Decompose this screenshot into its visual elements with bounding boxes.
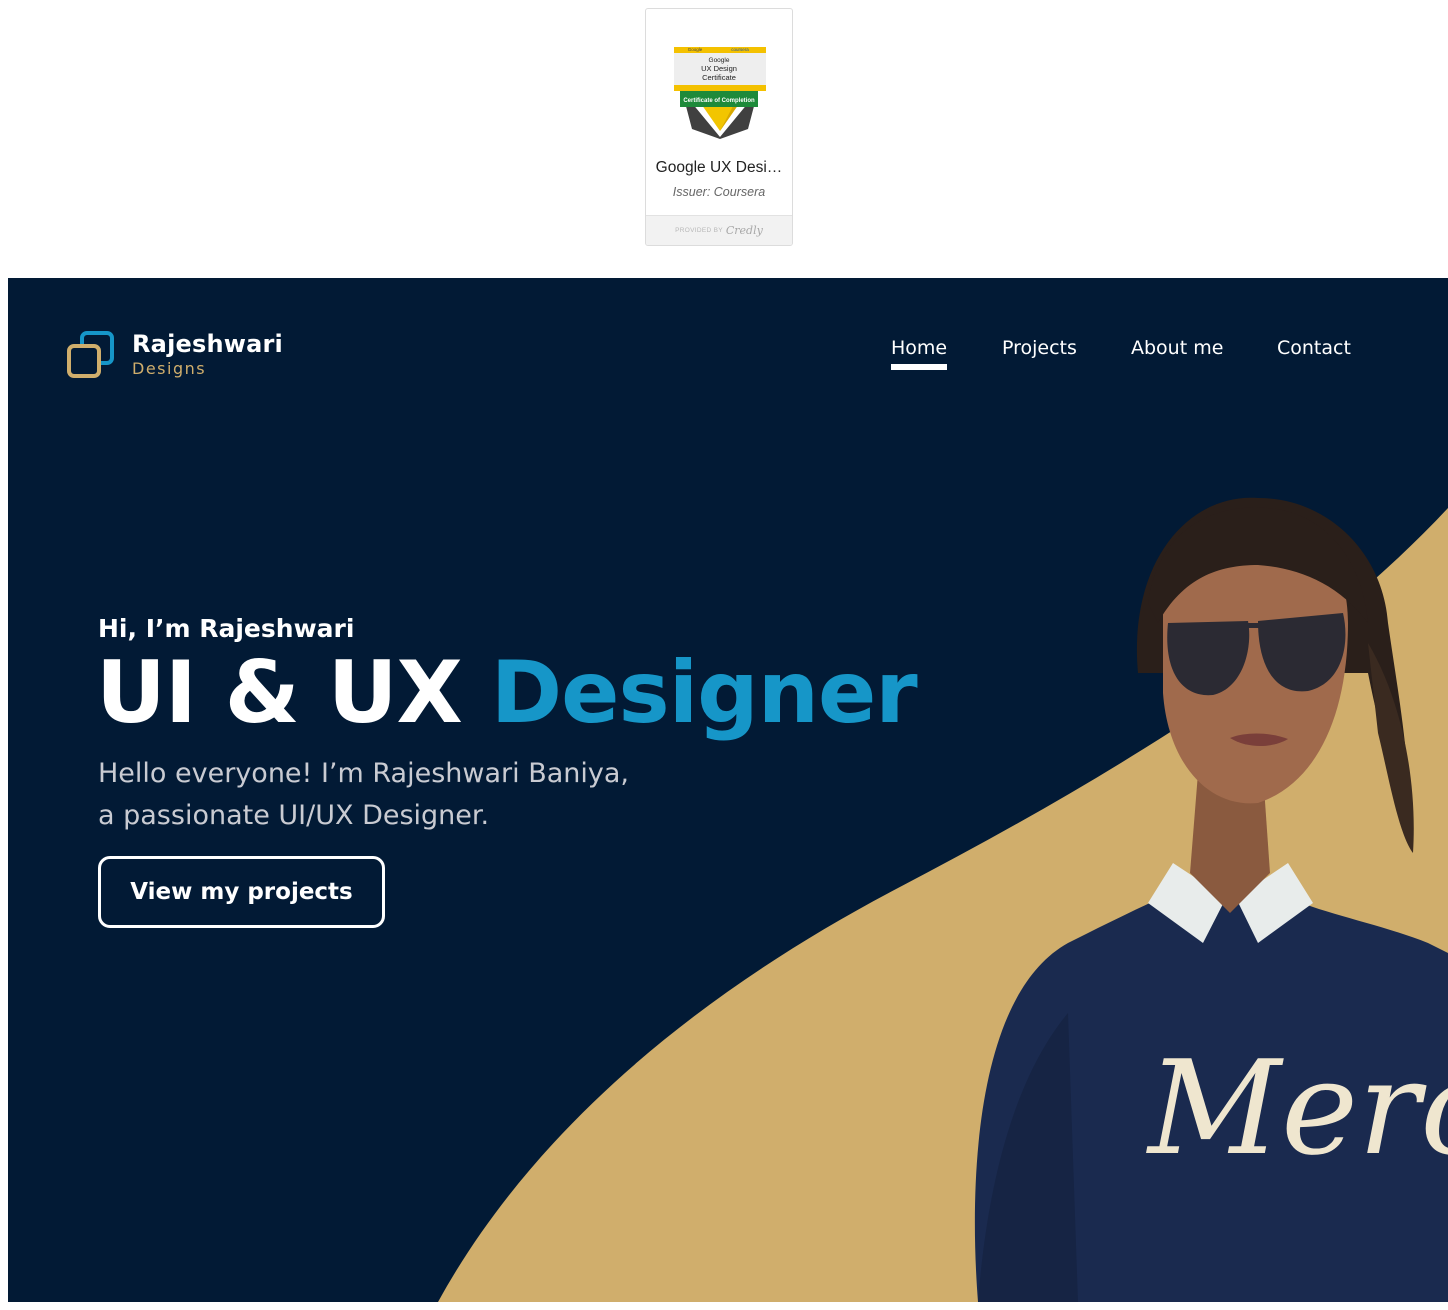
hero-intro: Hello everyone! I’m Rajeshwari Baniya, a…	[98, 753, 698, 837]
headline-designer: Designer	[490, 643, 918, 743]
badge-line-ux: UX Design	[701, 64, 737, 73]
nav-contact[interactable]: Contact	[1277, 336, 1351, 360]
hero-section: Merci Rajeshwari Designs Home Projects A…	[8, 278, 1448, 1302]
headline-ui-ux: UI & UX	[96, 643, 491, 743]
view-projects-button[interactable]: View my projects	[98, 856, 385, 928]
nav-about-me[interactable]: About me	[1131, 336, 1223, 360]
badge-line-google: Google	[709, 57, 730, 64]
sweater-script-text: Merci	[1146, 1032, 1448, 1184]
site-logo[interactable]: Rajeshwari Designs	[66, 330, 283, 380]
logo-text: Rajeshwari Designs	[132, 330, 283, 380]
logo-name: Rajeshwari	[132, 330, 283, 358]
logo-subtitle: Designs	[132, 359, 207, 378]
badge-name[interactable]: Google UX Desi…	[652, 159, 786, 177]
badge-ribbon-text: Certificate of Completion	[683, 98, 755, 104]
nav-home[interactable]: Home	[891, 336, 948, 370]
badge-footer: PROVIDED BY Credly	[646, 215, 792, 245]
provided-by-label: PROVIDED BY	[675, 227, 723, 234]
badge-issuer: Issuer: Coursera	[672, 185, 766, 199]
intro-line-1: Hello everyone! I’m Rajeshwari Baniya,	[98, 758, 629, 789]
badge-google-small: Google	[688, 47, 703, 52]
badge-line-certificate: Certificate	[702, 73, 736, 82]
overlapping-squares-icon	[67, 331, 114, 378]
badge-card[interactable]: Certificate of Completion Google courser…	[645, 8, 793, 246]
credly-logo[interactable]: Credly	[726, 224, 763, 237]
badge-coursera-small: coursera	[731, 47, 749, 52]
hero-headline: UI & UX Designer	[96, 638, 918, 748]
portrait-photo: Merci	[974, 497, 1448, 1302]
nav-projects[interactable]: Projects	[1002, 336, 1077, 360]
certificate-badge-icon: Certificate of Completion Google courser…	[674, 47, 766, 139]
intro-line-2: a passionate UI/UX Designer.	[98, 800, 490, 831]
